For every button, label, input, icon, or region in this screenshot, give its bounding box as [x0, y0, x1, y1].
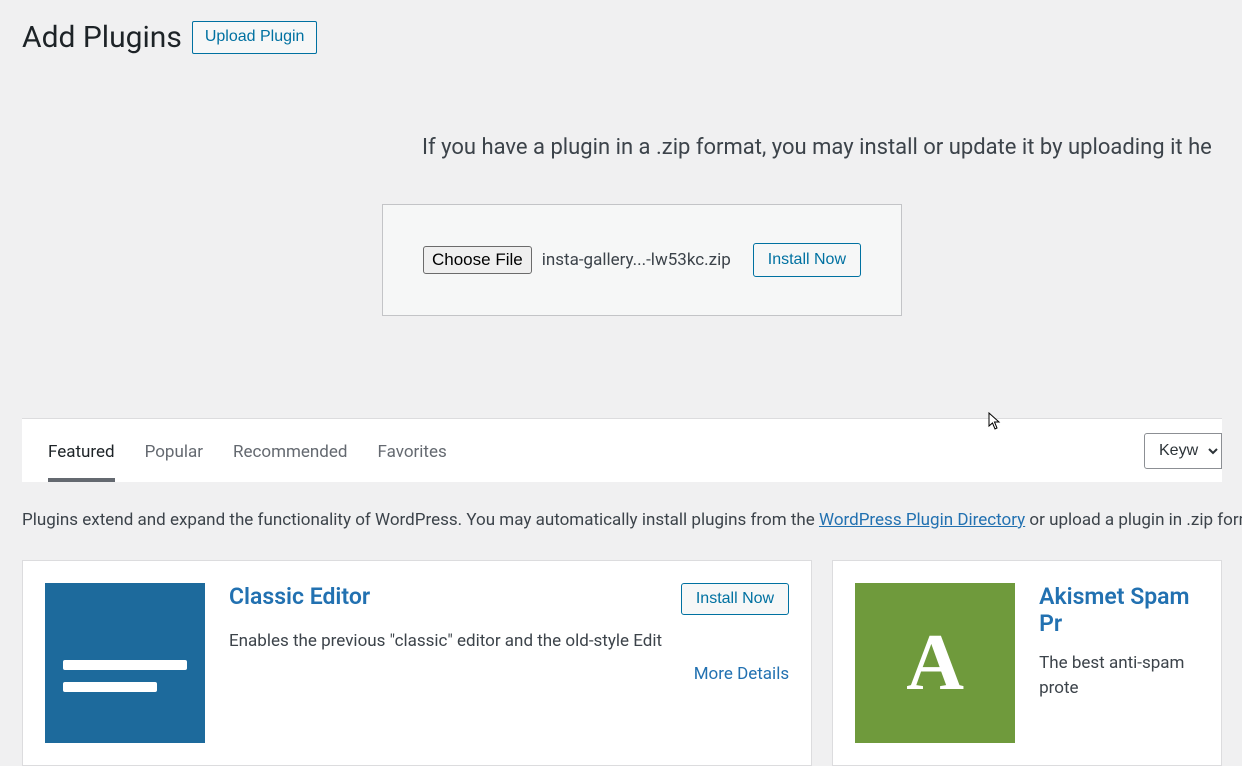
plugin-icon-akismet: A — [855, 583, 1015, 743]
choose-file-button[interactable]: Choose File — [423, 246, 532, 274]
plugin-directory-link[interactable]: WordPress Plugin Directory — [819, 510, 1025, 530]
tab-featured[interactable]: Featured — [48, 422, 115, 480]
tab-favorites[interactable]: Favorites — [378, 422, 447, 480]
intro-text: Plugins extend and expand the functional… — [22, 510, 1222, 530]
tab-popular[interactable]: Popular — [145, 422, 203, 480]
more-details-link[interactable]: More Details — [229, 664, 789, 684]
intro-suffix: or upload a plugin in .zip format by c — [1025, 510, 1242, 530]
install-now-classic-editor[interactable]: Install Now — [681, 583, 789, 615]
plugin-description: The best anti-spam prote — [1039, 651, 1199, 700]
upload-help-text: If you have a plugin in a .zip format, y… — [22, 135, 1222, 160]
plugin-card-classic-editor: Classic Editor Install Now Enables the p… — [22, 560, 812, 766]
plugin-title-link[interactable]: Classic Editor — [229, 583, 370, 610]
plugin-icon-classic-editor — [45, 583, 205, 743]
intro-prefix: Plugins extend and expand the functional… — [22, 510, 819, 530]
filter-bar: Featured Popular Recommended Favorites K… — [22, 418, 1222, 482]
search-type-select[interactable]: Keyw — [1144, 433, 1222, 469]
install-now-button[interactable]: Install Now — [753, 243, 861, 277]
upload-plugin-button[interactable]: Upload Plugin — [192, 21, 318, 54]
tab-recommended[interactable]: Recommended — [233, 422, 348, 480]
selected-file-name: insta-gallery...-lw53kc.zip — [542, 250, 731, 270]
upload-form: Choose File insta-gallery...-lw53kc.zip … — [382, 204, 902, 316]
plugin-title-link[interactable]: Akismet Spam Pr — [1039, 583, 1199, 637]
page-title: Add Plugins — [22, 18, 182, 57]
plugin-card-akismet: A Akismet Spam Pr The best anti-spam pro… — [832, 560, 1222, 766]
plugin-description: Enables the previous "classic" editor an… — [229, 629, 789, 654]
